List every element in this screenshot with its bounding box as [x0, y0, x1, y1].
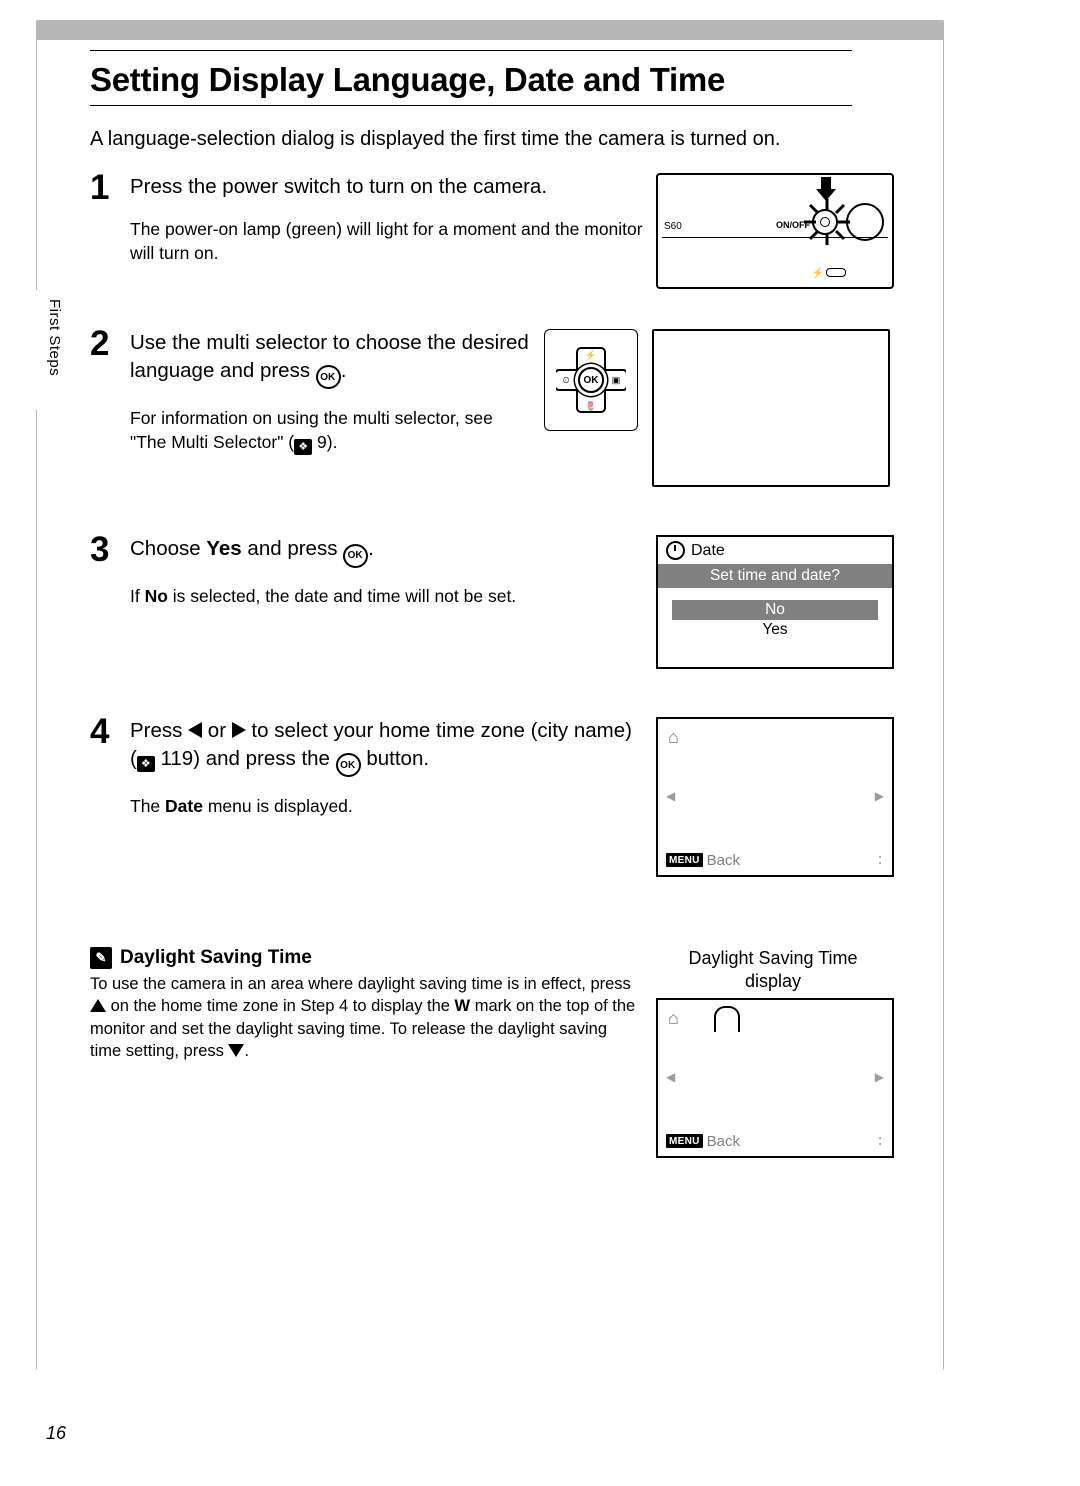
clock-icon — [666, 541, 685, 560]
timezone-screen-illustration: MENU Back ∶ — [656, 717, 894, 877]
indicator-oval-icon — [826, 268, 846, 277]
step-2-heading: Use the multi selector to choose the des… — [130, 329, 532, 389]
triangle-up-icon — [90, 999, 106, 1012]
date-dialog-title: Date — [691, 542, 725, 560]
arrow-left-icon — [666, 787, 675, 805]
page-number: 16 — [46, 1423, 66, 1444]
step-2: 2 Use the multi selector to choose the d… — [90, 329, 890, 487]
triangle-right-icon — [232, 722, 246, 738]
power-burst-icon — [802, 197, 852, 247]
dst-caption: Daylight Saving Timedisplay — [656, 947, 890, 992]
reference-icon: ❖ — [137, 756, 155, 772]
ok-center-icon: OK — [578, 367, 604, 393]
step-4-sub: The Date menu is displayed. — [130, 795, 644, 819]
back-label: Back — [707, 1133, 740, 1150]
home-icon — [668, 1008, 679, 1029]
step-1-number: 1 — [90, 170, 130, 205]
arrow-right-icon — [875, 1068, 884, 1086]
ok-button-icon: OK — [336, 753, 361, 777]
dots-icon: ∶ — [878, 1132, 884, 1150]
reference-icon: ❖ — [294, 439, 312, 455]
back-label: Back — [707, 852, 740, 869]
ok-button-icon: OK — [316, 365, 341, 389]
step-4-heading: Press or to select your home time zone (… — [130, 717, 644, 777]
page-title: Setting Display Language, Date and Time — [90, 61, 890, 99]
pencil-icon: ✎ — [90, 947, 112, 969]
ok-button-icon: OK — [343, 544, 368, 568]
step-2-sub: For information on using the multi selec… — [130, 407, 532, 455]
camera-top-illustration: S60 ON/OFF ⚡ — [656, 173, 894, 289]
svg-text:🌷: 🌷 — [585, 400, 596, 411]
step-1: 1 Press the power switch to turn on the … — [90, 173, 890, 293]
multi-selector-illustration: ⚡ 🌷 ⏲ ▣ OK — [544, 329, 638, 431]
intro-text: A language-selection dialog is displayed… — [90, 128, 890, 151]
menu-badge: MENU — [666, 1134, 703, 1148]
dst-screen-illustration: MENU Back ∶ — [656, 998, 894, 1158]
language-screen-illustration — [652, 329, 890, 487]
flash-bolt-icon: ⚡ — [812, 268, 824, 279]
step-3-heading: Choose Yes and press OK. — [130, 535, 644, 568]
step-4-number: 4 — [90, 714, 130, 749]
date-dialog-question: Set time and date? — [658, 564, 892, 588]
home-icon — [668, 727, 679, 748]
content-area: Setting Display Language, Date and Time … — [90, 40, 890, 1158]
arrow-down-icon — [816, 177, 836, 201]
step-3-sub: If No is selected, the date and time wil… — [130, 585, 644, 609]
camera-model-label: S60 — [664, 221, 682, 232]
step-1-sub: The power-on lamp (green) will light for… — [130, 218, 644, 265]
step-3: 3 Choose Yes and press OK. If No is sele… — [90, 535, 890, 669]
dst-mark-icon — [714, 1006, 740, 1032]
svg-text:▣: ▣ — [612, 375, 621, 385]
arrow-right-icon — [875, 787, 884, 805]
step-2-number: 2 — [90, 326, 130, 361]
step-3-number: 3 — [90, 532, 130, 567]
dst-title: ✎ Daylight Saving Time — [90, 947, 640, 969]
rule-top — [90, 50, 852, 51]
menu-badge: MENU — [666, 853, 703, 867]
step-2-head-b: . — [341, 359, 347, 382]
step-4: 4 Press or to select your home time zone… — [90, 717, 890, 877]
dst-body: To use the camera in an area where dayli… — [90, 973, 640, 1062]
date-dialog-illustration: Date Set time and date? No Yes — [656, 535, 894, 669]
svg-text:⏲: ⏲ — [562, 375, 569, 385]
date-dialog-option-yes: Yes — [658, 620, 892, 640]
svg-text:⚡: ⚡ — [585, 349, 596, 361]
section-label: First Steps — [46, 299, 63, 376]
triangle-down-icon — [228, 1044, 244, 1057]
dst-note: ✎ Daylight Saving Time To use the camera… — [90, 947, 890, 1158]
step-1-heading: Press the power switch to turn on the ca… — [130, 173, 644, 201]
date-dialog-option-no: No — [672, 600, 878, 620]
dots-icon: ∶ — [878, 851, 884, 869]
triangle-left-icon — [188, 722, 202, 738]
arrow-left-icon — [666, 1068, 675, 1086]
rule-under-title — [90, 105, 852, 106]
